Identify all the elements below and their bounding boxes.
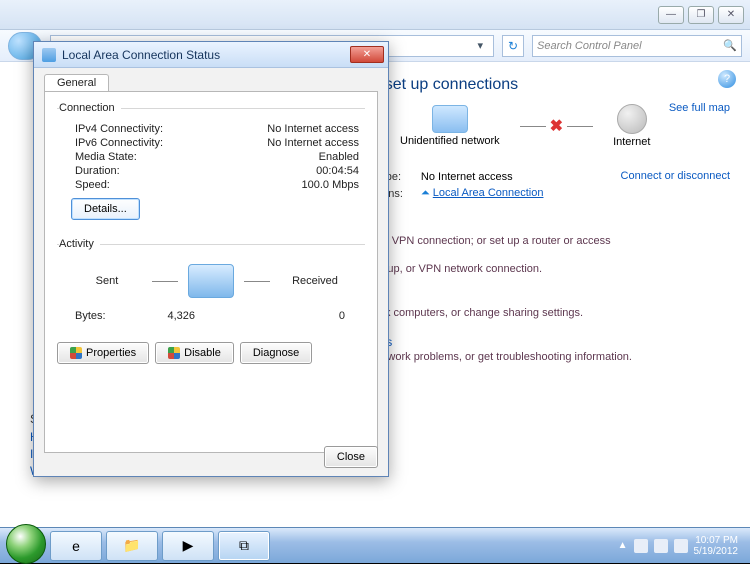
activity-group: Activity Sent Received Bytes: 4,326 0 xyxy=(57,238,365,334)
dialog-close-button[interactable]: ✕ xyxy=(350,46,384,63)
access-type-value: No Internet access xyxy=(413,170,552,184)
received-label: Received xyxy=(280,275,350,287)
details-button[interactable]: Details... xyxy=(71,198,140,220)
window-titlebar: — ❐ ✕ xyxy=(0,0,750,30)
duration-label: Duration: xyxy=(75,165,120,177)
bytes-sent-value: 4,326 xyxy=(168,310,196,322)
ipv6-value: No Internet access xyxy=(267,137,359,149)
internet-icon xyxy=(617,104,647,134)
bytes-received-value: 0 xyxy=(339,310,345,322)
dialog-panel: Connection IPv4 Connectivity: No Internet… xyxy=(44,91,378,453)
tab-general[interactable]: General xyxy=(44,74,109,92)
tray-volume-icon[interactable] xyxy=(674,539,688,553)
maximize-button[interactable]: ❐ xyxy=(688,6,714,24)
speed-label: Speed: xyxy=(75,179,110,191)
disconnected-icon: ✖ xyxy=(550,116,563,136)
help-icon[interactable]: ? xyxy=(718,70,736,88)
shield-icon xyxy=(70,347,82,359)
internet-node-label: Internet xyxy=(613,136,650,148)
connect-disconnect-link[interactable]: Connect or disconnect xyxy=(621,170,730,182)
media-state-label: Media State: xyxy=(75,151,137,163)
speed-value: 100.0 Mbps xyxy=(302,179,359,191)
tray-overflow-icon[interactable]: ▲ xyxy=(618,540,628,551)
dialog-title: Local Area Connection Status xyxy=(62,48,220,62)
connection-legend: Connection xyxy=(59,102,121,114)
window-close-button[interactable]: ✕ xyxy=(718,6,744,24)
diagnose-button[interactable]: Diagnose xyxy=(240,342,312,364)
media-state-value: Enabled xyxy=(319,151,359,163)
taskbar-explorer[interactable]: 📁 xyxy=(106,531,158,561)
ipv6-label: IPv6 Connectivity: xyxy=(75,137,163,149)
taskbar-network[interactable]: ⧉ xyxy=(218,531,270,561)
search-placeholder: Search Control Panel xyxy=(537,40,642,52)
see-full-map-link[interactable]: See full map xyxy=(669,102,730,114)
search-input[interactable]: Search Control Panel 🔍 xyxy=(532,35,742,57)
dialog-title-icon xyxy=(42,48,56,62)
dialog-titlebar[interactable]: Local Area Connection Status ✕ xyxy=(34,42,388,68)
system-tray: ▲ 10:07 PM5/19/2012 xyxy=(618,535,744,557)
ipv4-value: No Internet access xyxy=(267,123,359,135)
duration-value: 00:04:54 xyxy=(316,165,359,177)
sent-label: Sent xyxy=(72,275,142,287)
ipv4-label: IPv4 Connectivity: xyxy=(75,123,163,135)
connection-group: Connection IPv4 Connectivity: No Internet… xyxy=(57,102,365,230)
connection-status-dialog: Local Area Connection Status ✕ General C… xyxy=(33,41,389,477)
connection-link[interactable]: Local Area Connection xyxy=(433,187,544,199)
tray-network-icon[interactable] xyxy=(654,539,668,553)
taskbar: е 📁 ▶ ⧉ ▲ 10:07 PM5/19/2012 xyxy=(0,527,750,563)
taskbar-clock[interactable]: 10:07 PM5/19/2012 xyxy=(694,535,739,557)
disable-button[interactable]: Disable xyxy=(155,342,234,364)
taskbar-ie[interactable]: е xyxy=(50,531,102,561)
network-node-label: Unidentified network xyxy=(400,135,500,147)
shield-icon xyxy=(168,347,180,359)
tray-flag-icon[interactable] xyxy=(634,539,648,553)
bytes-label: Bytes: xyxy=(75,310,106,322)
activity-legend: Activity xyxy=(59,238,100,250)
network-icon xyxy=(432,105,468,133)
search-icon[interactable]: 🔍 xyxy=(723,39,737,52)
activity-computer-icon xyxy=(188,264,234,298)
refresh-button[interactable]: ↻ xyxy=(502,35,524,57)
close-button[interactable]: Close xyxy=(324,446,378,468)
start-button[interactable] xyxy=(6,524,46,564)
taskbar-media[interactable]: ▶ xyxy=(162,531,214,561)
minimize-button[interactable]: — xyxy=(658,6,684,24)
address-dropdown-icon[interactable]: ▾ xyxy=(473,39,487,52)
properties-button[interactable]: Properties xyxy=(57,342,149,364)
